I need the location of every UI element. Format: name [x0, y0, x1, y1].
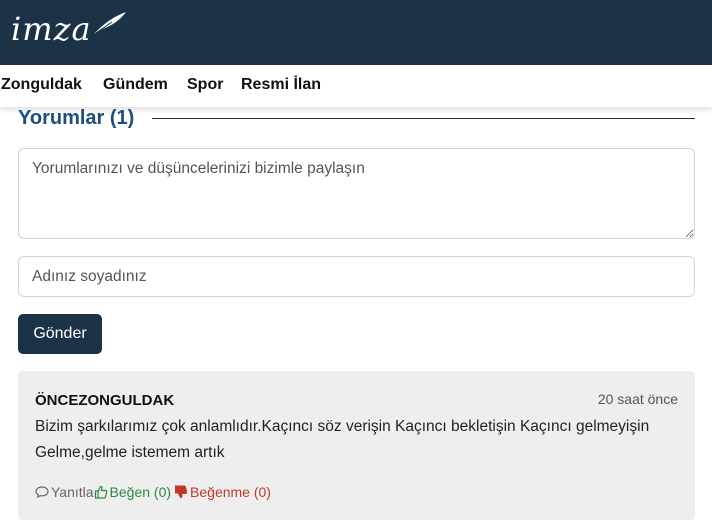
dislike-label: Beğenme (0)	[190, 484, 271, 500]
reply-label: Yanıtla	[51, 484, 94, 500]
name-input[interactable]	[18, 256, 695, 297]
comment-text: Bizim şarkılarımız çok anlamlıdır.Kaçınc…	[35, 418, 650, 461]
nav-item-zonguldak[interactable]: Zonguldak	[1, 76, 82, 94]
thumbs-down-icon	[175, 485, 188, 499]
title-divider	[152, 118, 695, 119]
like-button[interactable]: Beğen (0)	[94, 484, 171, 500]
nav-item-spor[interactable]: Spor	[187, 76, 223, 94]
submit-button[interactable]: Gönder	[18, 314, 102, 354]
comment-actions: Yanıtla Beğen (0) Beğenme (0)	[35, 484, 271, 500]
like-label: Beğen (0)	[109, 484, 172, 500]
comment-card: ÖNCEZONGULDAK 20 saat önce Bizim şarkıla…	[18, 371, 695, 520]
comment-textarea[interactable]	[18, 148, 695, 239]
site-logo[interactable]: imza	[11, 10, 92, 48]
quill-icon	[94, 12, 126, 34]
speech-bubble-icon	[35, 486, 49, 499]
reply-button[interactable]: Yanıtla	[35, 484, 94, 500]
comment-time: 20 saat önce	[597, 391, 678, 407]
main-nav: Zonguldak Gündem Spor Resmi İlan	[0, 65, 712, 107]
thumbs-up-icon	[94, 485, 107, 499]
comments-title: Yorumlar (1)	[18, 107, 135, 129]
site-header: imza	[0, 0, 712, 65]
nav-item-gundem[interactable]: Gündem	[103, 76, 168, 94]
dislike-button[interactable]: Beğenme (0)	[174, 484, 271, 500]
comment-author: ÖNCEZONGULDAK	[35, 392, 175, 409]
nav-item-resmi-ilan[interactable]: Resmi İlan	[241, 76, 321, 94]
